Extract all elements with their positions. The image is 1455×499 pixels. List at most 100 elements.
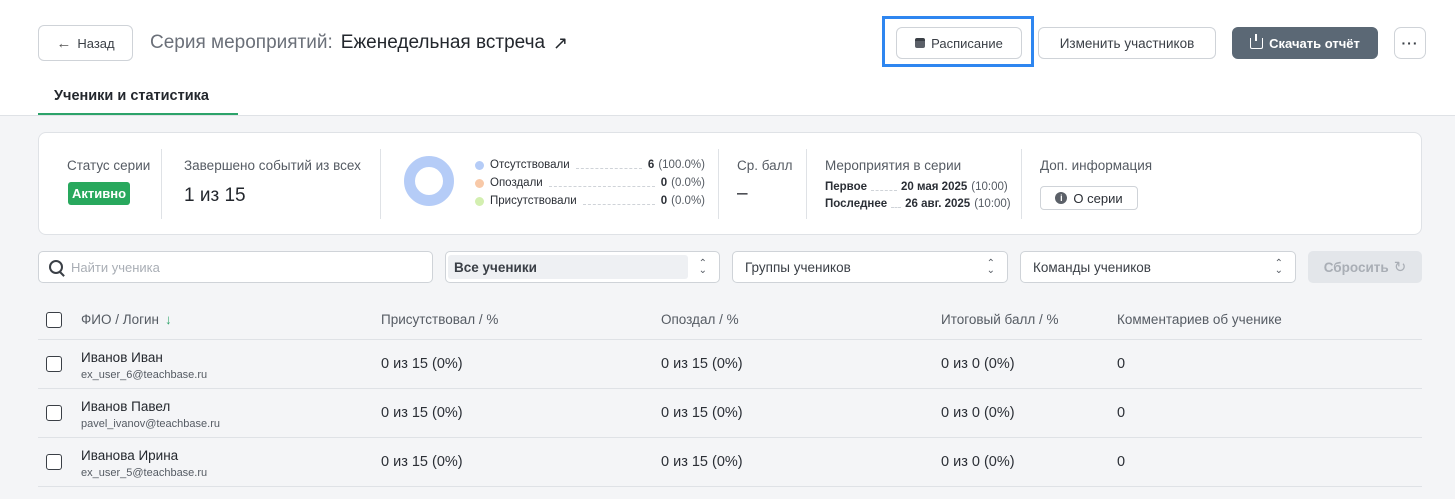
info-icon: i	[1055, 192, 1068, 204]
late-cell: 0 из 15 (0%)	[661, 356, 743, 372]
reset-filters-label: Сбросить	[1323, 259, 1389, 275]
groups-select-value: Группы учеников	[745, 259, 851, 275]
last-event-date: 26 авг. 2025	[905, 198, 971, 210]
legend-present-label: Присутствовали	[490, 195, 577, 207]
teams-select[interactable]: Команды учеников ⌃ ⌄	[1020, 251, 1296, 283]
legend-late: Опоздали 0 (0.0%)	[475, 176, 705, 190]
tab-students-stats[interactable]: Ученики и статистика	[38, 84, 238, 115]
first-event-date: 20 мая 2025	[901, 181, 968, 193]
first-event-time: (10:00)	[971, 181, 1008, 193]
more-options-button[interactable]: ···	[1394, 27, 1426, 59]
sort-arrow-down-icon[interactable]: ↓	[165, 312, 172, 327]
extra-info-label: Доп. информация	[1040, 158, 1153, 173]
chevron-up-down-icon: ⌃ ⌄	[986, 258, 995, 276]
leader-line	[575, 161, 642, 169]
leader-line	[891, 200, 902, 208]
search-input[interactable]	[71, 259, 411, 275]
divider	[161, 149, 162, 219]
divider	[1021, 149, 1022, 219]
about-series-label: О серии	[1073, 190, 1123, 206]
students-select[interactable]: Все ученики ⌃ ⌄	[445, 251, 720, 283]
reset-filters-button[interactable]: Сбросить ↻	[1308, 251, 1422, 283]
legend-present-pct: (0.0%)	[671, 195, 705, 207]
series-name: Еженедельная встреча	[340, 32, 546, 53]
schedule-button-label: Расписание	[931, 35, 1003, 51]
score-cell: 0 из 0 (0%)	[941, 405, 1015, 421]
divider	[718, 149, 719, 219]
select-all-checkbox[interactable]	[46, 312, 62, 328]
column-attended: Присутствовал / %	[381, 312, 499, 327]
last-event-row: Последнее 26 авг. 2025 (10:00)	[825, 197, 1011, 211]
column-name[interactable]: ФИО / Логин ↓	[81, 312, 172, 327]
first-event-label: Первое	[825, 181, 868, 193]
legend-absent-count: 6	[647, 159, 655, 171]
leader-line	[548, 179, 655, 187]
divider	[806, 149, 807, 219]
arrow-left-icon: ←	[56, 34, 72, 52]
page-title-prefix: Серия мероприятий:	[150, 32, 333, 53]
leader-line	[582, 197, 655, 205]
last-event-label: Последнее	[825, 198, 888, 210]
legend-absent-pct: (100.0%)	[658, 159, 705, 171]
chevron-up-down-icon: ⌃ ⌄	[1274, 258, 1283, 276]
status-label: Статус серии	[67, 158, 151, 173]
more-icon: ···	[1401, 35, 1419, 51]
table-row[interactable]: Иванов Иван ex_user_6@teachbase.ru 0 из …	[38, 340, 1422, 389]
teams-select-value: Команды учеников	[1033, 259, 1151, 275]
table-row[interactable]: Иванова Ирина ex_user_5@teachbase.ru 0 и…	[38, 438, 1422, 487]
back-button-label: Назад	[77, 35, 115, 51]
late-dot-icon	[475, 178, 484, 188]
comments-cell: 0	[1117, 405, 1126, 421]
refresh-icon: ↻	[1393, 259, 1407, 276]
row-checkbox[interactable]	[46, 405, 62, 421]
avg-score-label: Ср. балл	[737, 158, 793, 173]
student-name: Иванова Ирина	[81, 448, 179, 463]
external-link-icon[interactable]: ↗	[553, 33, 568, 54]
table-header: ФИО / Логин ↓ Присутствовал / % Опоздал /…	[38, 300, 1422, 340]
attended-cell: 0 из 15 (0%)	[381, 454, 463, 470]
attended-cell: 0 из 15 (0%)	[381, 405, 463, 421]
legend-present: Присутствовали 0 (0.0%)	[475, 194, 705, 208]
student-login: pavel_ivanov@teachbase.ru	[81, 418, 220, 430]
column-score: Итоговый балл / %	[941, 312, 1059, 327]
column-late: Опоздал / %	[661, 312, 739, 327]
back-button[interactable]: ← Назад	[38, 25, 133, 61]
download-report-label: Скачать отчёт	[1269, 35, 1360, 51]
about-series-button[interactable]: i О серии	[1040, 186, 1138, 210]
comments-cell: 0	[1117, 454, 1126, 470]
leader-line	[871, 183, 898, 191]
row-checkbox[interactable]	[46, 356, 62, 372]
completed-label: Завершено событий из всех	[184, 158, 361, 173]
student-name: Иванов Иван	[81, 350, 163, 365]
edit-participants-button[interactable]: Изменить участников	[1038, 27, 1216, 59]
search-icon	[49, 260, 63, 274]
attended-cell: 0 из 15 (0%)	[381, 356, 463, 372]
groups-select[interactable]: Группы учеников ⌃ ⌄	[732, 251, 1008, 283]
legend-absent-label: Отсутствовали	[490, 159, 570, 171]
page-title: Серия мероприятий: Еженедельная встреча …	[150, 32, 568, 54]
chevron-up-down-icon: ⌃ ⌄	[698, 258, 707, 276]
page-header: ← Назад Серия мероприятий: Еженедельная …	[0, 0, 1455, 116]
late-cell: 0 из 15 (0%)	[661, 405, 743, 421]
edit-participants-label: Изменить участников	[1059, 35, 1195, 51]
tab-label: Ученики и статистика	[54, 88, 209, 104]
legend-present-count: 0	[660, 195, 668, 207]
first-event-row: Первое 20 мая 2025 (10:00)	[825, 180, 1008, 194]
row-checkbox[interactable]	[46, 454, 62, 470]
status-badge: Активно	[68, 182, 131, 205]
table-row[interactable]: Иванов Павел pavel_ivanov@teachbase.ru 0…	[38, 389, 1422, 438]
legend-absent: Отсутствовали 6 (100.0%)	[475, 158, 705, 172]
divider	[380, 149, 381, 219]
schedule-button[interactable]: Расписание	[896, 27, 1022, 59]
series-events-label: Мероприятия в серии	[825, 158, 962, 173]
present-dot-icon	[475, 196, 484, 206]
search-field[interactable]	[38, 251, 433, 283]
legend-late-label: Опоздали	[490, 177, 543, 189]
legend-late-pct: (0.0%)	[671, 177, 705, 189]
column-comments: Комментариев об ученике	[1117, 312, 1282, 327]
download-report-button[interactable]: Скачать отчёт	[1232, 27, 1378, 59]
comments-cell: 0	[1117, 356, 1126, 372]
column-name-label: ФИО / Логин	[81, 312, 160, 327]
student-login: ex_user_6@teachbase.ru	[81, 369, 208, 381]
students-select-value: Все ученики	[448, 255, 688, 279]
